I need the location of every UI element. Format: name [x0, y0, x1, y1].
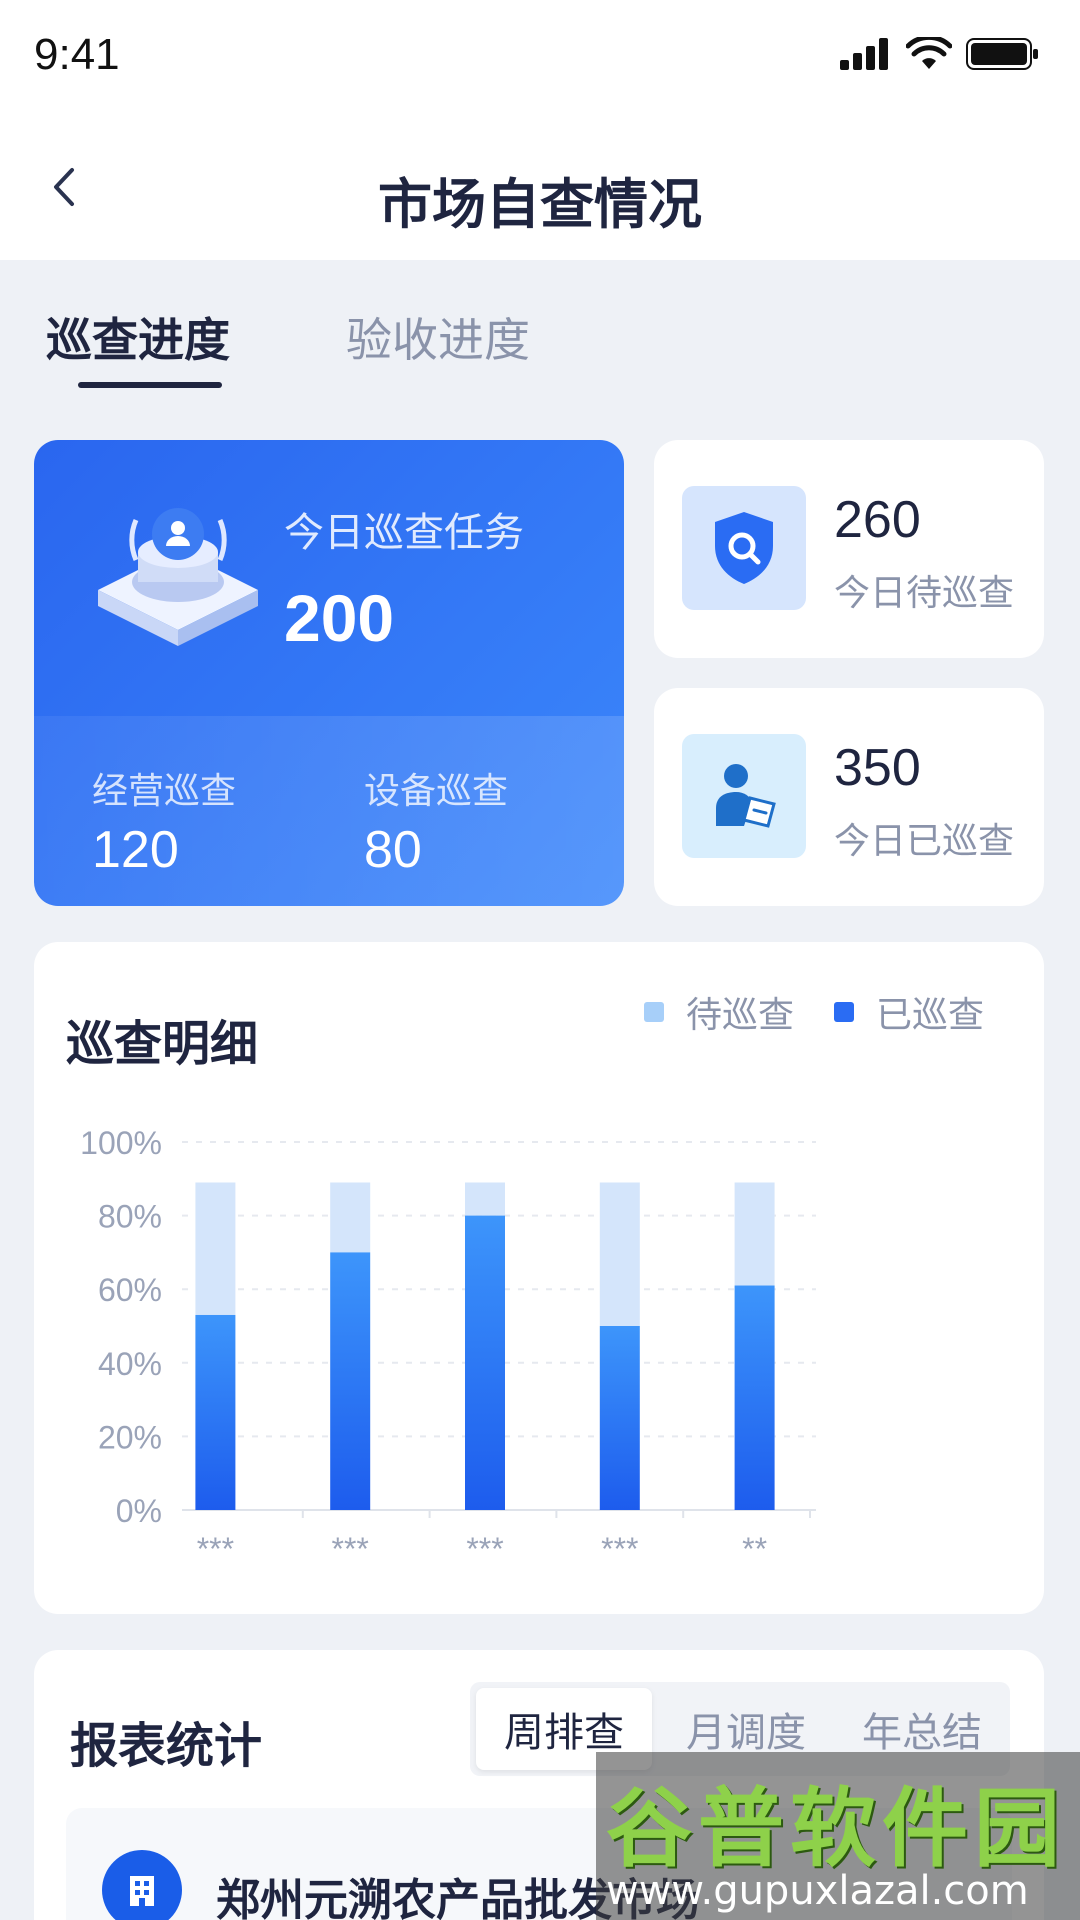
status-time: 9:41	[34, 30, 120, 79]
bar-done[interactable]	[195, 1314, 236, 1510]
wifi-icon	[906, 37, 952, 69]
building-icon	[102, 1850, 182, 1920]
tab-indicator	[78, 382, 222, 388]
pending-value: 260	[834, 491, 921, 549]
x-tick-label: **	[742, 1531, 767, 1567]
y-tick-label: 20%	[98, 1419, 162, 1455]
bar-done[interactable]	[330, 1252, 371, 1510]
y-tick-label: 40%	[98, 1346, 162, 1382]
task-label: 今日巡查任务	[284, 510, 524, 556]
report-title: 报表统计	[70, 1718, 263, 1774]
tab-acceptance-progress[interactable]: 验收进度	[346, 304, 530, 370]
shield-search-icon	[715, 512, 773, 584]
status-bar: 9:41	[0, 0, 1080, 110]
bar-pending[interactable]	[734, 1182, 775, 1286]
bar-done[interactable]	[465, 1215, 505, 1510]
tab-bar: 巡查进度 验收进度	[0, 260, 1080, 390]
y-tick-label: 0%	[116, 1493, 162, 1529]
bar-pending[interactable]	[599, 1182, 640, 1326]
bar-done[interactable]	[734, 1285, 775, 1510]
watermark-url: www.gupuxlazal.com	[606, 1868, 1029, 1914]
pending-card[interactable]: 260 今日待巡查	[654, 440, 1044, 658]
business-value: 120	[92, 821, 179, 879]
x-tick-label: ***	[332, 1531, 369, 1567]
pending-label: 今日待巡查	[834, 573, 1015, 614]
business-label: 经营巡查	[92, 771, 237, 812]
y-tick-label: 100%	[80, 1125, 162, 1161]
tab-patrol-progress[interactable]: 巡查进度	[46, 304, 230, 370]
y-tick-label: 80%	[98, 1199, 162, 1235]
patrol-detail-card: 巡查明细 待巡查 已巡查 0% 20% 40% 60% 80% 100% *** *** ***…	[34, 942, 1044, 1614]
x-tick-label: ***	[466, 1531, 503, 1567]
bar-pending[interactable]	[195, 1182, 236, 1315]
page-title: 市场自查情况	[378, 173, 702, 236]
inspection-platform-icon	[98, 508, 258, 646]
bar-pending[interactable]	[465, 1182, 505, 1216]
watermark: 谷普软件园 www.gupuxlazal.com	[596, 1752, 1080, 1920]
x-tick-label: ***	[197, 1531, 234, 1567]
watermark-text: 谷普软件园	[606, 1779, 1066, 1879]
y-tick-label: 60%	[98, 1272, 162, 1308]
patrol-bar-chart: 0%20%40%60%80%100%*** *** *** *** **	[80, 1125, 816, 1567]
done-card[interactable]: 350 今日已巡查	[654, 688, 1044, 906]
done-label: 今日已巡查	[834, 821, 1015, 862]
pending-icon-box	[682, 486, 806, 610]
task-value: 200	[284, 581, 395, 655]
bar-done[interactable]	[599, 1326, 640, 1510]
status-icons	[840, 36, 1040, 72]
today-task-card[interactable]: 今日巡查任务 200 经营巡查 120 设备巡查 80	[34, 440, 624, 906]
x-tick-label: ***	[601, 1531, 638, 1567]
battery-icon	[966, 38, 1038, 70]
bar-pending[interactable]	[330, 1182, 371, 1253]
nav-bar: 市场自查情况	[0, 110, 1080, 260]
equipment-label: 设备巡查	[364, 771, 509, 812]
equipment-value: 80	[364, 821, 422, 879]
done-icon-box	[682, 734, 806, 858]
signal-icon	[840, 38, 888, 70]
done-value: 350	[834, 739, 921, 797]
inspector-icon	[716, 764, 776, 828]
